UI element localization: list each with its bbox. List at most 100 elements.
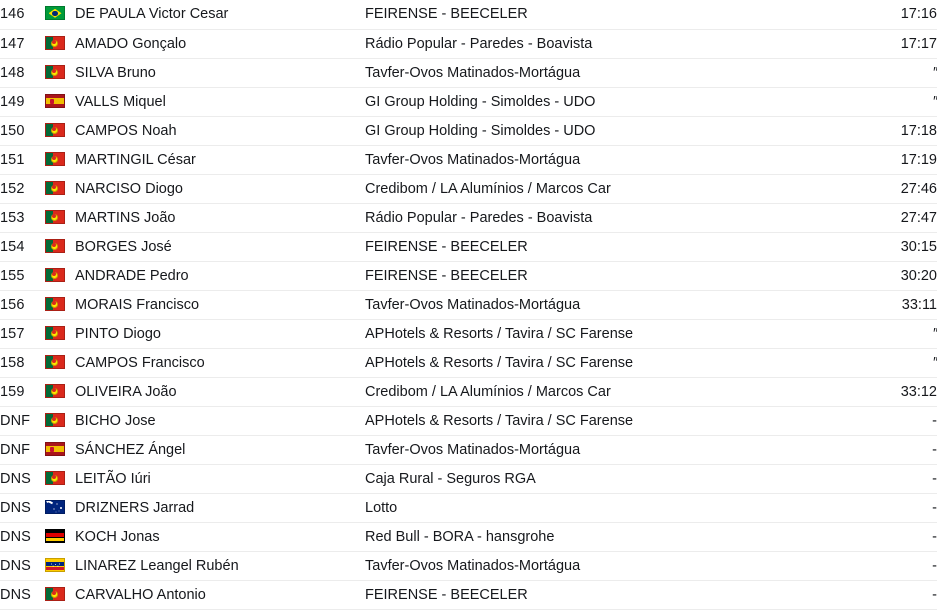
flag-cell [45,174,75,203]
rider-name-cell[interactable]: SILVA Bruno [75,58,365,87]
table-row[interactable]: 153 MARTINS João Rádio Popular - Paredes -… [0,203,937,232]
table-row[interactable]: 152 NARCISO Diogo Credibom / LA Alumínios … [0,174,937,203]
flag-cell [45,406,75,435]
results-table-body: 146 DE PAULA Victor Cesar FEIRENSE - BEECE… [0,0,937,609]
team-name-cell[interactable]: GI Group Holding - Simoldes - UDO [365,87,845,116]
team-name-cell[interactable]: FEIRENSE - BEECELER [365,261,845,290]
rank-cell: 147 [0,35,25,52]
table-row[interactable]: DNS LEITÃO Iúri Caja Rural - Seguros RGA - [0,464,937,493]
rider-name-cell[interactable]: PINTO Diogo [75,319,365,348]
team-name-cell[interactable]: Tavfer-Ovos Matinados-Mortágua [365,58,845,87]
rank-cell: 157 [0,325,25,342]
time-cell: 33:12 [900,383,937,400]
table-row[interactable]: 155 ANDRADE Pedro FEIRENSE - BEECELER 30:20 [0,261,937,290]
team-name-cell[interactable]: APHotels & Resorts / Tavira / SC Farense [365,406,845,435]
team-name-cell[interactable]: FEIRENSE - BEECELER [365,0,845,29]
flag-cell [45,203,75,232]
table-row[interactable]: DNS CARVALHO Antonio FEIRENSE - BEECELER - [0,580,937,609]
table-row[interactable]: 159 OLIVEIRA João Credibom / LA Alumínios … [0,377,937,406]
table-row[interactable]: 154 BORGES José FEIRENSE - BEECELER 30:15 [0,232,937,261]
team-name-cell[interactable]: Tavfer-Ovos Matinados-Mortágua [365,435,845,464]
rider-name-cell[interactable]: DE PAULA Victor Cesar [75,0,365,29]
time-cell: 30:15 [900,238,937,255]
rank-cell: 156 [0,296,25,313]
time-cell: ″ [932,354,937,371]
rank-cell: DNS [0,499,31,516]
team-name-cell[interactable]: Lotto [365,493,845,522]
rider-name-cell[interactable]: CAMPOS Francisco [75,348,365,377]
rider-name-cell[interactable]: MARTINS João [75,203,365,232]
team-name-cell[interactable]: FEIRENSE - BEECELER [365,232,845,261]
table-row[interactable]: 146 DE PAULA Victor Cesar FEIRENSE - BEECE… [0,0,937,29]
rank-cell: 150 [0,122,25,139]
rank-cell: 153 [0,209,25,226]
team-name-cell[interactable]: Tavfer-Ovos Matinados-Mortágua [365,290,845,319]
rider-name-cell[interactable]: ANDRADE Pedro [75,261,365,290]
rider-name-cell[interactable]: OLIVEIRA João [75,377,365,406]
flag-cell [45,464,75,493]
rank-cell: DNS [0,528,31,545]
team-name-cell[interactable]: FEIRENSE - BEECELER [365,580,845,609]
team-name-cell[interactable]: Credibom / LA Alumínios / Marcos Car [365,377,845,406]
time-cell: 17:19 [900,151,937,168]
table-row[interactable]: 150 CAMPOS Noah GI Group Holding - Simolde… [0,116,937,145]
team-name-cell[interactable]: Rádio Popular - Paredes - Boavista [365,203,845,232]
rider-name-cell[interactable]: BORGES José [75,232,365,261]
rider-name-cell[interactable]: CARVALHO Antonio [75,580,365,609]
rider-name-cell[interactable]: BICHO Jose [75,406,365,435]
rank-cell: 159 [0,383,25,400]
rider-name-cell[interactable]: VALLS Miquel [75,87,365,116]
table-row[interactable]: 156 MORAIS Francisco Tavfer-Ovos Matinados… [0,290,937,319]
team-name-cell[interactable]: Tavfer-Ovos Matinados-Mortágua [365,551,845,580]
portugal-flag-icon [45,122,65,137]
team-name-cell[interactable]: Caja Rural - Seguros RGA [365,464,845,493]
table-row[interactable]: DNF BICHO Jose APHotels & Resorts / Tavira… [0,406,937,435]
portugal-flag-icon [45,64,65,79]
rider-name-cell[interactable]: NARCISO Diogo [75,174,365,203]
table-row[interactable]: 157 PINTO Diogo APHotels & Resorts / Tavir… [0,319,937,348]
rank-cell: 149 [0,93,25,110]
table-row[interactable]: DNS DRIZNERS Jarrad Lotto - [0,493,937,522]
team-name-cell[interactable]: Rádio Popular - Paredes - Boavista [365,29,845,58]
rider-name-cell[interactable]: LEITÃO Iúri [75,464,365,493]
team-name-cell[interactable]: Credibom / LA Alumínios / Marcos Car [365,174,845,203]
portugal-flag-icon [45,412,65,427]
flag-cell [45,29,75,58]
table-row[interactable]: 147 AMADO Gonçalo Rádio Popular - Paredes … [0,29,937,58]
rider-name-cell[interactable]: LINAREZ Leangel Rubén [75,551,365,580]
table-row[interactable]: 149 VALLS Miquel GI Group Holding - Simold… [0,87,937,116]
rider-name-cell[interactable]: KOCH Jonas [75,522,365,551]
rider-name-cell[interactable]: MARTINGIL César [75,145,365,174]
team-name-cell[interactable]: APHotels & Resorts / Tavira / SC Farense [365,348,845,377]
flag-cell [45,0,75,29]
table-row[interactable]: 151 MARTINGIL César Tavfer-Ovos Matinados-… [0,145,937,174]
time-cell: ″ [932,93,937,110]
portugal-flag-icon [45,238,65,253]
flag-cell [45,319,75,348]
table-row[interactable]: DNS KOCH Jonas Red Bull - BORA - hansgrohe… [0,522,937,551]
team-name-cell[interactable]: Red Bull - BORA - hansgrohe [365,522,845,551]
rider-name-cell[interactable]: AMADO Gonçalo [75,29,365,58]
flag-cell [45,261,75,290]
rank-cell: 148 [0,64,25,81]
flag-cell [45,551,75,580]
table-row[interactable]: DNF SÁNCHEZ Ángel Tavfer-Ovos Matinados-Mo… [0,435,937,464]
rider-name-cell[interactable]: MORAIS Francisco [75,290,365,319]
time-cell: 27:46 [900,180,937,197]
team-name-cell[interactable]: APHotels & Resorts / Tavira / SC Farense [365,319,845,348]
rank-cell: DNS [0,557,31,574]
flag-cell [45,522,75,551]
time-cell: 17:18 [900,122,937,139]
table-row[interactable]: DNS LINAREZ Leangel Rubén Tavfer-Ovos Mati… [0,551,937,580]
rider-name-cell[interactable]: SÁNCHEZ Ángel [75,435,365,464]
flag-cell [45,580,75,609]
table-row[interactable]: 158 CAMPOS Francisco APHotels & Resorts / … [0,348,937,377]
rank-cell: DNS [0,586,31,603]
time-cell: ″ [932,64,937,81]
time-cell: 17:17 [900,35,937,52]
team-name-cell[interactable]: Tavfer-Ovos Matinados-Mortágua [365,145,845,174]
rider-name-cell[interactable]: DRIZNERS Jarrad [75,493,365,522]
table-row[interactable]: 148 SILVA Bruno Tavfer-Ovos Matinados-Mort… [0,58,937,87]
team-name-cell[interactable]: GI Group Holding - Simoldes - UDO [365,116,845,145]
rider-name-cell[interactable]: CAMPOS Noah [75,116,365,145]
